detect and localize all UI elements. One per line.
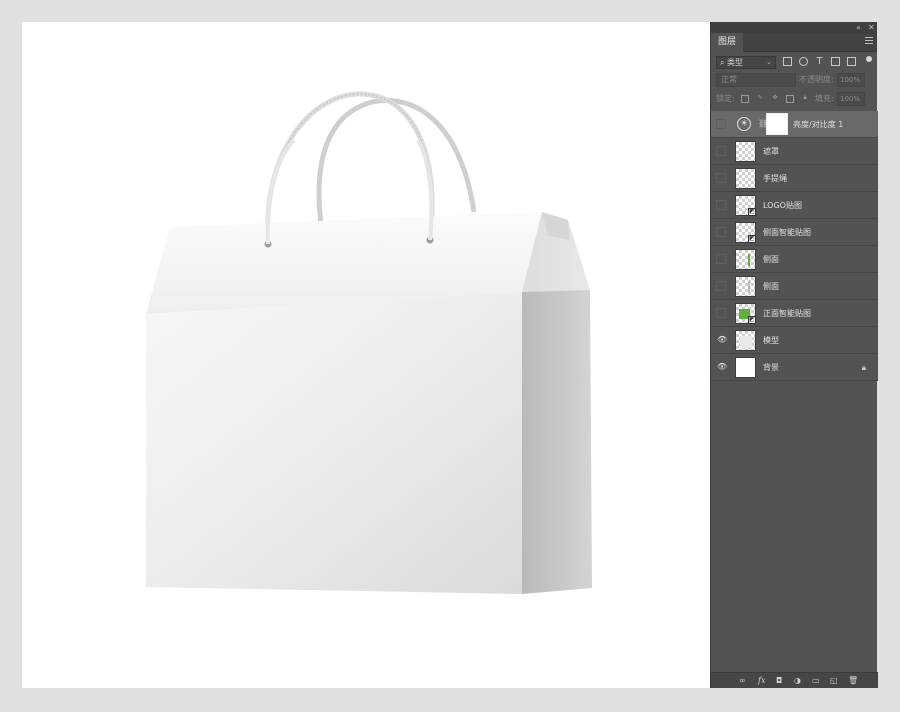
adjustment-layer-icon[interactable]: ◑ bbox=[794, 675, 801, 687]
new-layer-icon[interactable]: ◱ bbox=[830, 675, 838, 687]
new-group-icon[interactable]: ▭ bbox=[812, 675, 820, 687]
fill-label: 填充: bbox=[815, 94, 834, 103]
layer-thumbnail bbox=[735, 168, 756, 189]
tab-layers[interactable]: 图层 bbox=[711, 33, 744, 52]
shape-filter-icon[interactable] bbox=[831, 57, 840, 66]
brightness-contrast-icon: ☀ bbox=[737, 117, 751, 131]
layer-filter-row: ⌕ 类型 ⌄ T bbox=[711, 52, 877, 71]
layer-name: 手提绳 bbox=[763, 174, 787, 183]
filter-kind-label: 类型 bbox=[727, 58, 744, 67]
visibility-toggle[interactable] bbox=[716, 119, 726, 129]
close-panel-icon[interactable]: ✕ bbox=[868, 22, 875, 33]
layer-mask-thumbnail[interactable] bbox=[766, 113, 788, 135]
add-mask-icon[interactable]: ◘ bbox=[776, 675, 782, 687]
lock-transparent-pixels-icon[interactable] bbox=[741, 95, 749, 103]
layer-thumbnail: ◩ bbox=[735, 303, 756, 324]
lock-position-icon[interactable]: ✥ bbox=[771, 95, 779, 103]
layer-thumbnail bbox=[735, 249, 756, 270]
lock-label: 锁定: bbox=[716, 94, 735, 103]
layer-row-mask[interactable]: 遮罩 bbox=[711, 138, 878, 165]
layer-row-side-smart-decal[interactable]: ◩ 侧面智能贴图 bbox=[711, 219, 878, 246]
eye-icon[interactable]: 👁︎ bbox=[716, 335, 727, 345]
opacity-label: 不透明度: bbox=[799, 75, 834, 84]
fill-input[interactable]: 100% bbox=[837, 92, 865, 106]
document-canvas[interactable] bbox=[22, 22, 710, 688]
layer-name: 侧面 bbox=[763, 255, 779, 264]
layer-row-handle-rope[interactable]: 手提绳 bbox=[711, 165, 878, 192]
paper-bag-mockup-image bbox=[146, 91, 592, 594]
image-filter-icon[interactable] bbox=[783, 57, 792, 66]
layers-panel: « ✕ 图层 ⌕ 类型 ⌄ T 正常 不透明度: 100% 锁定: ✎ ✥ 🔒︎… bbox=[710, 22, 878, 688]
layer-row-brightness-contrast[interactable]: ☀ ⛓ 亮度/对比度 1 bbox=[711, 111, 878, 138]
visibility-toggle[interactable] bbox=[716, 146, 726, 156]
layer-thumbnail bbox=[735, 357, 756, 378]
layer-row-model[interactable]: 👁︎ 模型 bbox=[711, 327, 878, 354]
layer-name: 遮罩 bbox=[763, 147, 779, 156]
panel-tab-row: 图层 bbox=[711, 33, 877, 52]
visibility-toggle[interactable] bbox=[716, 173, 726, 183]
smart-object-icon: ◩ bbox=[748, 316, 756, 324]
layer-name: 模型 bbox=[763, 336, 779, 345]
layer-row-side-green[interactable]: 侧面 bbox=[711, 246, 878, 273]
panel-title-bar[interactable]: « ✕ bbox=[711, 22, 877, 33]
layers-list: ☀ ⛓ 亮度/对比度 1 遮罩 手提绳 ◩ LOGO贴图 ◩ 侧面智能贴图 侧面… bbox=[711, 111, 878, 381]
filter-toggle-icon[interactable] bbox=[866, 56, 872, 62]
smart-object-filter-icon[interactable] bbox=[847, 57, 856, 66]
collapse-panel-icon[interactable]: « bbox=[856, 22, 861, 33]
delete-layer-icon[interactable]: 🗑︎ bbox=[848, 675, 858, 687]
chevron-down-icon: ⌄ bbox=[766, 58, 772, 66]
layer-thumbnail: ◩ bbox=[735, 222, 756, 243]
layer-row-logo-decal[interactable]: ◩ LOGO贴图 bbox=[711, 192, 878, 219]
lock-row: 锁定: ✎ ✥ 🔒︎ 填充: 100% bbox=[711, 90, 877, 109]
layers-panel-toolbar: ∞ fx ◘ ◑ ▭ ◱ 🗑︎ bbox=[711, 672, 878, 688]
layer-row-side[interactable]: 侧面 bbox=[711, 273, 878, 300]
link-layers-icon[interactable]: ∞ bbox=[739, 675, 746, 687]
layer-row-background[interactable]: 👁︎ 背景 🔒︎ bbox=[711, 354, 878, 381]
filter-kind-select[interactable]: ⌕ 类型 ⌄ bbox=[716, 56, 776, 69]
eye-icon[interactable]: 👁︎ bbox=[716, 362, 727, 372]
layer-thumbnail bbox=[735, 330, 756, 351]
layer-name: LOGO贴图 bbox=[763, 201, 802, 210]
layer-thumbnail: ◩ bbox=[735, 195, 756, 216]
layer-name: 背景 bbox=[763, 363, 779, 372]
visibility-toggle[interactable] bbox=[716, 200, 726, 210]
lock-icon: 🔒︎ bbox=[861, 363, 866, 372]
visibility-toggle[interactable] bbox=[716, 254, 726, 264]
layer-row-front-smart-decal[interactable]: ◩ 正面智能贴图 bbox=[711, 300, 878, 327]
layer-name: 侧面 bbox=[763, 282, 779, 291]
layer-thumbnail bbox=[735, 276, 756, 297]
lock-image-pixels-icon[interactable]: ✎ bbox=[756, 95, 764, 103]
visibility-toggle[interactable] bbox=[716, 308, 726, 318]
smart-object-icon: ◩ bbox=[748, 235, 756, 243]
layer-thumbnail bbox=[735, 141, 756, 162]
layer-name: 正面智能贴图 bbox=[763, 309, 811, 318]
opacity-input[interactable]: 100% bbox=[837, 73, 865, 87]
visibility-toggle[interactable] bbox=[716, 281, 726, 291]
layer-name: 侧面智能贴图 bbox=[763, 228, 811, 237]
lock-artboard-icon[interactable] bbox=[786, 95, 794, 103]
fx-icon[interactable]: fx bbox=[758, 675, 765, 687]
lock-all-icon[interactable]: 🔒︎ bbox=[801, 95, 809, 103]
adjustment-filter-icon[interactable] bbox=[799, 57, 808, 66]
visibility-toggle[interactable] bbox=[716, 227, 726, 237]
smart-object-icon: ◩ bbox=[748, 208, 756, 216]
type-filter-icon[interactable]: T bbox=[815, 57, 824, 67]
search-icon: ⌕ bbox=[720, 58, 725, 67]
blend-mode-select[interactable]: 正常 bbox=[716, 73, 796, 87]
blend-mode-row: 正常 不透明度: 100% bbox=[711, 71, 877, 90]
layer-name: 亮度/对比度 1 bbox=[793, 120, 844, 129]
hamburger-menu-icon[interactable] bbox=[865, 37, 873, 45]
